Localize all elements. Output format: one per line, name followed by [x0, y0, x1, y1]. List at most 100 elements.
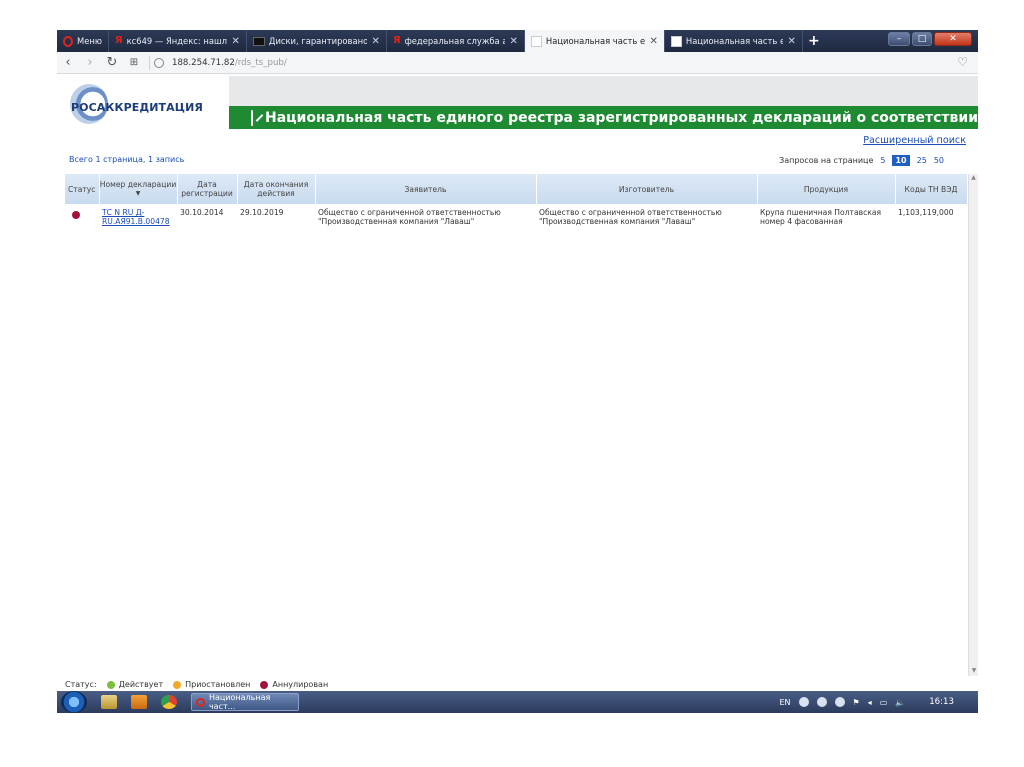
page-title: Национальная часть единого реестра зарег… — [265, 109, 1024, 126]
column-header-reg-date[interactable]: Дата регистрации — [177, 174, 238, 204]
action-center-flag-icon[interactable]: ⚑ — [853, 698, 860, 707]
new-tab-button[interactable]: + — [803, 30, 825, 52]
explorer-icon[interactable] — [101, 695, 117, 709]
blank-page-icon — [530, 35, 542, 47]
advanced-search-link[interactable]: Расширенный поиск — [863, 135, 966, 146]
column-header-manufacturer[interactable]: Изготовитель — [536, 174, 758, 204]
tab-national-registry[interactable]: Национальная часть еди ✕ — [665, 30, 803, 52]
declaration-number-link[interactable]: ТС N RU Д-RU.АЯ91.В.00478 — [102, 208, 170, 226]
address-field[interactable]: 188.254.71.82 /rds_ts_pub/ — [154, 57, 287, 68]
declarations-table: Статус Номер декларации ▼ Дата регистрац… — [65, 174, 968, 230]
cell-reg-date: 30.10.2014 — [180, 208, 224, 217]
tab-yandex-search[interactable]: Я кс649 — Яндекс: нашлось ✕ — [109, 30, 247, 52]
tab-label: Меню — [77, 36, 102, 46]
column-header-product[interactable]: Продукция — [757, 174, 896, 204]
close-tab-icon[interactable]: ✕ — [372, 36, 380, 47]
media-player-icon[interactable] — [131, 695, 147, 709]
legend-item-annulled: Аннулирован — [272, 680, 329, 689]
tray-app-icon[interactable] — [834, 697, 845, 707]
yandex-icon: Я — [114, 35, 123, 46]
per-page-option[interactable]: 50 — [934, 156, 944, 165]
back-icon[interactable]: ‹ — [57, 55, 79, 70]
scroll-down-icon[interactable]: ▼ — [969, 667, 979, 674]
yandex-icon: Я — [392, 35, 401, 46]
column-header-label: Номер декларации — [99, 180, 177, 189]
taskbar-opera-window[interactable]: Национальная част... — [191, 693, 299, 711]
column-header-status[interactable]: Статус — [65, 174, 100, 204]
close-tab-icon[interactable]: ✕ — [510, 36, 518, 47]
column-header-end-date[interactable]: Дата окончания действия — [237, 174, 316, 204]
tab-national-registry-active[interactable]: Национальная часть еди ✕ — [524, 30, 665, 52]
bookmark-heart-icon[interactable]: ♡ — [957, 55, 968, 69]
taskbar-task-label: Национальная част... — [208, 693, 271, 711]
language-indicator[interactable]: EN — [779, 698, 790, 707]
tab-label: Диски, гарантировано лу — [268, 36, 367, 46]
sort-desc-icon: ▼ — [135, 190, 141, 197]
legend-label: Статус: — [65, 680, 97, 689]
clock[interactable]: 16:13 — [929, 697, 954, 707]
close-window-button[interactable]: ✕ — [934, 32, 972, 46]
tray-arrow-icon[interactable]: ◂ — [868, 698, 872, 707]
tray-app-icon[interactable] — [798, 697, 809, 707]
cell-number: ТС N RU Д-RU.АЯ91.В.00478 — [99, 204, 177, 230]
minimize-button[interactable]: – — [888, 32, 910, 46]
cell-status — [65, 204, 99, 230]
network-icon[interactable]: ▭ — [880, 698, 888, 707]
status-annulled-icon — [260, 680, 269, 689]
cell-end-date: 29.10.2019 — [240, 208, 284, 217]
tab-label: федеральная служба акк — [404, 36, 505, 46]
column-header-applicant[interactable]: Заявитель — [315, 174, 537, 204]
tab-label: кс649 — Яндекс: нашлось — [126, 36, 227, 46]
page-content: РОСАККРЕДИТАЦИЯ Национальная часть едино… — [57, 74, 1024, 690]
banner-top-strip — [229, 76, 978, 106]
globe-icon — [154, 57, 164, 68]
per-page-option[interactable]: 25 — [917, 156, 927, 165]
cell-codes: 1,103,119,000 — [898, 208, 954, 217]
tab-disks[interactable]: Диски, гарантировано лу ✕ — [247, 30, 387, 52]
chrome-icon[interactable] — [161, 695, 177, 709]
edit-document-icon — [251, 109, 253, 126]
tray-app-icon[interactable] — [816, 697, 827, 707]
per-page-option-selected[interactable]: 10 — [892, 155, 910, 166]
table-row[interactable]: ТС N RU Д-RU.АЯ91.В.00478 30.10.2014 29.… — [65, 204, 967, 230]
browser-tab-strip: Меню Я кс649 — Яндекс: нашлось ✕ Диски, … — [57, 30, 978, 52]
logo-text: РОСАККРЕДИТАЦИЯ — [71, 101, 203, 114]
table-header-row: Статус Номер декларации ▼ Дата регистрац… — [65, 174, 968, 204]
url-host: 188.254.71.82 — [172, 57, 235, 68]
table-scrollbar[interactable]: ▲ ▼ — [968, 174, 978, 676]
start-button[interactable] — [61, 691, 87, 713]
navbar-divider — [149, 55, 150, 70]
site-favicon-icon — [252, 36, 265, 46]
cell-applicant: Общество с ограниченной ответственностью… — [318, 208, 501, 226]
per-page-option[interactable]: 5 — [880, 156, 885, 165]
close-tab-icon[interactable]: ✕ — [788, 36, 796, 47]
status-legend: Статус: Действует Приостановлен Аннулиро… — [65, 680, 328, 689]
scroll-up-icon[interactable]: ▲ — [969, 174, 978, 181]
browser-navbar: ‹ › ↻ ⊞ 188.254.71.82 /rds_ts_pub/ ♡ — [57, 52, 978, 74]
opera-logo-icon — [63, 35, 73, 47]
site-logo[interactable]: РОСАККРЕДИТАЦИЯ — [57, 76, 229, 131]
opera-menu-tab[interactable]: Меню — [57, 30, 109, 52]
reload-icon[interactable]: ↻ — [101, 55, 123, 70]
per-page-selector: Запросов на странице 5 10 25 50 — [779, 155, 944, 166]
opera-logo-icon — [196, 697, 205, 707]
blank-page-icon — [670, 35, 682, 47]
speed-dial-icon[interactable]: ⊞ — [123, 57, 145, 68]
volume-icon[interactable]: 🔈 — [895, 698, 905, 707]
screenshot-frame: Меню Я кс649 — Яндекс: нашлось ✕ Диски, … — [0, 0, 1024, 767]
column-header-number[interactable]: Номер декларации ▼ — [99, 174, 178, 204]
status-annulled-icon — [72, 211, 80, 219]
cell-manufacturer: Общество с ограниченной ответственностью… — [539, 208, 722, 226]
column-header-codes[interactable]: Коды ТН ВЭД — [895, 174, 968, 204]
legend-item-suspended: Приостановлен — [185, 680, 251, 689]
tab-federal-service[interactable]: Я федеральная служба акк ✕ — [387, 30, 525, 52]
close-tab-icon[interactable]: ✕ — [650, 36, 658, 47]
forward-icon[interactable]: › — [79, 55, 101, 70]
records-summary: Всего 1 страница, 1 запись — [69, 155, 185, 164]
url-path: /rds_ts_pub/ — [234, 57, 287, 68]
legend-item-active: Действует — [118, 680, 164, 689]
maximize-button[interactable]: □ — [912, 32, 932, 46]
page-title-banner: Национальная часть единого реестра зарег… — [229, 106, 1024, 129]
close-tab-icon[interactable]: ✕ — [232, 36, 240, 47]
windows-taskbar: Национальная част... EN ⚑ ◂ ▭ 🔈 16:13 — [57, 691, 978, 713]
